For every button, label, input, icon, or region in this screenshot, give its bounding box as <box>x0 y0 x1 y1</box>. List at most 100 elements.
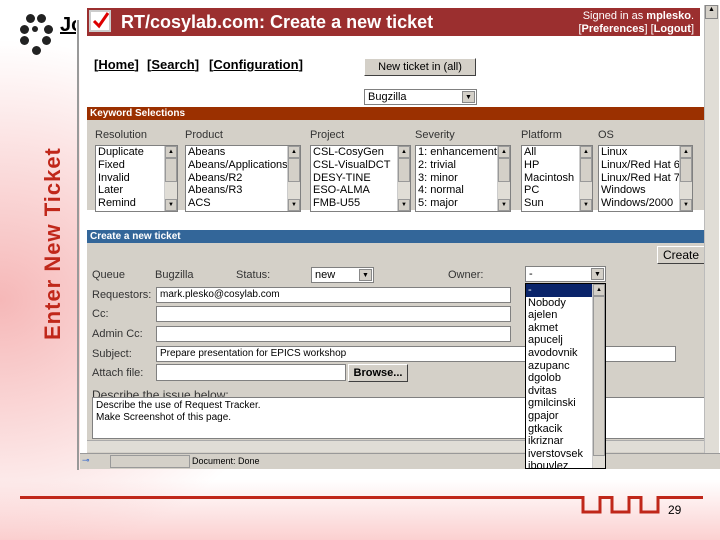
scroll-up-icon[interactable]: ▲ <box>288 146 300 158</box>
list-option[interactable]: DESY-TINE <box>313 172 410 185</box>
list-option[interactable]: CSL-CosyGen <box>313 146 410 159</box>
nav-search[interactable]: Search <box>151 57 194 72</box>
scroll-thumb[interactable] <box>498 158 510 182</box>
status-select[interactable]: new ▼ <box>311 267 374 283</box>
footer-line <box>20 496 580 499</box>
cc-input[interactable] <box>156 306 511 322</box>
nav-configuration[interactable]: Configuration <box>213 57 298 72</box>
signed-in-info: Signed in as mplesko. [Preferences] [Log… <box>578 10 694 35</box>
list-scrollbar[interactable]: ▲ ▼ <box>579 146 592 211</box>
scroll-up-icon[interactable]: ▲ <box>165 146 177 158</box>
scroll-thumb[interactable] <box>593 296 605 456</box>
chevron-down-icon: ▼ <box>359 269 372 281</box>
keyword-list-os[interactable]: ▲ ▼ Linux Linux/Red Hat 6.2 Linux/Red Hat 7.… <box>598 145 693 212</box>
new-ticket-button[interactable]: New ticket in (all) <box>364 58 476 76</box>
checkbox-logo-icon <box>89 10 111 32</box>
username: mplesko <box>646 10 691 22</box>
list-option[interactable]: ACS <box>188 197 300 210</box>
list-option[interactable]: Abeans/R3 <box>188 184 300 197</box>
keyword-list-platform[interactable]: ▲ ▼ All HP Macintosh PC Sun <box>521 145 593 212</box>
status-bar: ⊸ Document: Done <box>80 453 720 469</box>
attach-file-label: Attach file: <box>92 367 144 379</box>
progress-field <box>110 455 190 468</box>
description-line: Make Screenshot of this page. <box>96 412 232 423</box>
dropdown-scrollbar[interactable]: ▲ <box>592 284 605 468</box>
scroll-thumb[interactable] <box>165 158 177 182</box>
list-option[interactable]: Abeans <box>188 146 300 159</box>
logo <box>18 12 58 56</box>
list-scrollbar[interactable]: ▲ ▼ <box>164 146 177 211</box>
keyword-list-resolution[interactable]: ▲ ▼ Duplicate Fixed Invalid Later Remind <box>95 145 178 212</box>
browser-screenshot: RT/cosylab.com: Create a new ticket Sign… <box>80 5 720 469</box>
scroll-up-icon[interactable]: ▲ <box>680 146 692 158</box>
rt-title-bar: RT/cosylab.com: Create a new ticket Sign… <box>87 8 700 36</box>
nav-home[interactable]: Home <box>98 57 134 72</box>
page-title: RT/cosylab.com: Create a new ticket <box>121 12 434 32</box>
create-button[interactable]: Create <box>657 246 705 264</box>
scroll-down-icon[interactable]: ▼ <box>498 199 510 211</box>
scroll-thumb[interactable] <box>580 158 592 182</box>
list-option[interactable]: Abeans/R2 <box>188 172 300 185</box>
queue-label: Queue <box>92 269 126 281</box>
browse-button[interactable]: Browse... <box>348 364 408 382</box>
keyword-label: Platform <box>521 129 562 141</box>
list-scrollbar[interactable]: ▲ ▼ <box>397 146 410 211</box>
list-scrollbar[interactable]: ▲ ▼ <box>287 146 300 211</box>
scroll-thumb[interactable] <box>288 158 300 182</box>
owner-value: - <box>529 268 533 280</box>
requestors-label: Requestors: <box>92 289 152 301</box>
preferences-link[interactable]: Preferences <box>582 23 645 35</box>
scroll-down-icon[interactable]: ▼ <box>398 199 410 211</box>
scroll-down-icon[interactable]: ▼ <box>165 199 177 211</box>
scroll-thumb[interactable] <box>398 158 410 182</box>
owner-select[interactable]: - ▼ <box>525 266 606 282</box>
queue-select-value: Bugzilla <box>368 91 407 103</box>
list-option[interactable]: Abeans/Applications <box>188 159 300 172</box>
list-scrollbar[interactable]: ▲ ▼ <box>679 146 692 211</box>
create-ticket-header: Create a new ticket <box>87 230 704 243</box>
scroll-down-icon[interactable]: ▼ <box>680 199 692 211</box>
owner-dropdown-list[interactable]: ▲ - Nobody ajelen akmet apucelj avodovnik azup… <box>525 283 606 469</box>
keyword-label: Project <box>310 129 345 141</box>
cc-label: Cc: <box>92 308 109 320</box>
subject-label: Subject: <box>92 348 132 360</box>
scroll-up-icon[interactable]: ▲ <box>705 5 718 19</box>
queue-value: Bugzilla <box>155 269 194 281</box>
requestors-input[interactable]: mark.plesko@cosylab.com <box>156 287 511 303</box>
description-line: Describe the use of Request Tracker. <box>96 400 261 411</box>
keyword-panel: Resolution ▲ ▼ Duplicate Fixed Invalid Later Re… <box>87 120 704 212</box>
list-option[interactable]: CSL-VisualDCT <box>313 159 410 172</box>
attach-file-input[interactable] <box>156 364 346 381</box>
page-scrollbar[interactable]: ▲ <box>704 5 719 455</box>
owner-label: Owner: <box>448 269 484 281</box>
keyword-list-severity[interactable]: ▲ ▼ 1: enhancement 2: trivial 3: minor 4: nor… <box>415 145 511 212</box>
status-text: Document: Done <box>192 456 260 466</box>
admin-cc-input[interactable] <box>156 326 511 342</box>
list-option[interactable]: FMB-U55 <box>313 197 410 210</box>
admin-cc-label: Admin Cc: <box>92 328 143 340</box>
page-number: 29 <box>668 503 682 517</box>
scroll-up-icon[interactable]: ▲ <box>498 146 510 158</box>
status-label: Status: <box>236 269 271 281</box>
keyword-list-project[interactable]: ▲ ▼ CSL-CosyGen CSL-VisualDCT DESY-TINE ESO-A… <box>310 145 411 212</box>
horizontal-scrollbar[interactable] <box>87 440 704 452</box>
scroll-down-icon[interactable]: ▼ <box>288 199 300 211</box>
scroll-thumb[interactable] <box>680 158 692 182</box>
create-ticket-panel: Create Queue Bugzilla Status: new ▼ Owner… <box>87 243 705 453</box>
scroll-up-icon[interactable]: ▲ <box>580 146 592 158</box>
description-textarea[interactable]: Describe the use of Request Tracker. Mak… <box>92 397 705 439</box>
divider <box>77 20 79 470</box>
keyword-label: Severity <box>415 129 455 141</box>
scroll-up-icon[interactable]: ▲ <box>593 284 605 296</box>
scroll-down-icon[interactable]: ▼ <box>580 199 592 211</box>
keyword-label: OS <box>598 129 614 141</box>
keyword-list-product[interactable]: ▲ ▼ Abeans Abeans/Applications Abeans/R2 Abea… <box>185 145 301 212</box>
keyword-label: Resolution <box>95 129 147 141</box>
logout-link[interactable]: Logout <box>654 23 691 35</box>
scroll-up-icon[interactable]: ▲ <box>398 146 410 158</box>
list-option[interactable]: ESO-ALMA <box>313 184 410 197</box>
list-scrollbar[interactable]: ▲ ▼ <box>497 146 510 211</box>
footer-wave-decoration <box>578 496 703 514</box>
connection-icon: ⊸ <box>82 455 90 465</box>
queue-select[interactable]: Bugzilla ▼ <box>364 89 477 105</box>
